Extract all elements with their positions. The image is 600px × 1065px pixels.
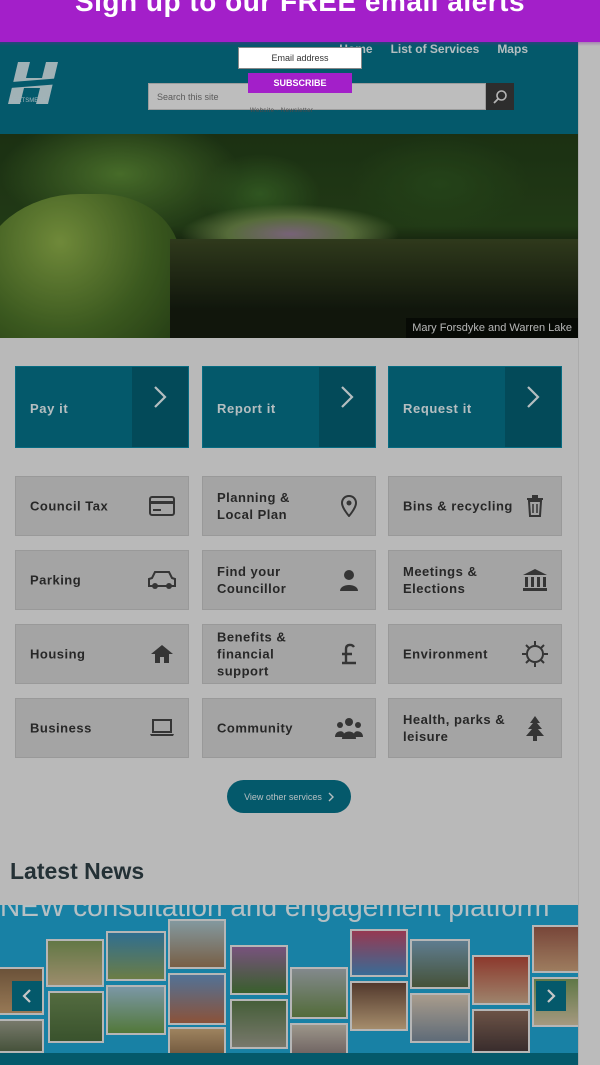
news-carousel: NEW consultation and engagement platform: [0, 905, 578, 1065]
service-housing[interactable]: Housing: [15, 624, 189, 684]
tree-icon: [521, 714, 549, 742]
service-find-councillor[interactable]: Find your Councillor: [202, 550, 376, 610]
service-label: Meetings & Elections: [403, 564, 478, 596]
car-icon: [148, 566, 176, 594]
subscribe-button[interactable]: SUBSCRIBE: [248, 73, 352, 93]
chevron-right-icon: [132, 367, 188, 447]
service-benefits[interactable]: Benefits & financial support: [202, 624, 376, 684]
logo-subtitle: HERTSMERE: [9, 98, 47, 104]
scrollbar[interactable]: [578, 42, 600, 1065]
trash-icon: [521, 492, 549, 520]
email-signup-note: Website · Newsletter: [250, 108, 314, 114]
latest-news-heading: Latest News: [10, 858, 145, 884]
sun-icon: [521, 640, 549, 668]
request-it-button[interactable]: Request it: [388, 366, 562, 448]
search-button[interactable]: [486, 83, 514, 110]
service-bins[interactable]: Bins & recycling: [388, 476, 562, 536]
news-thumbnail: [106, 931, 166, 981]
email-address-input[interactable]: Email address: [238, 47, 362, 69]
person-icon: [335, 566, 363, 594]
pay-it-button[interactable]: Pay it: [15, 366, 189, 448]
service-planning[interactable]: Planning & Local Plan: [202, 476, 376, 536]
chevron-right-icon: [505, 367, 561, 447]
news-thumbnail: [230, 999, 288, 1049]
email-alert-banner[interactable]: Sign up to our FREE email alerts: [0, 0, 600, 42]
service-label: Business: [30, 720, 92, 736]
view-other-label: View other services: [244, 791, 322, 802]
chevron-right-icon: [328, 792, 334, 801]
news-thumbnail: [106, 985, 166, 1035]
cta-label: Request it: [403, 401, 472, 416]
cta-label: Report it: [217, 401, 276, 416]
pound-icon: [335, 640, 363, 668]
map-pin-icon: [335, 492, 363, 520]
people-icon: [335, 714, 363, 742]
email-alert-heading: Sign up to our FREE email alerts: [74, 0, 526, 17]
service-environment[interactable]: Environment: [388, 624, 562, 684]
news-thumbnail: [410, 939, 470, 989]
search-icon: [493, 89, 507, 104]
chevron-left-icon: [22, 989, 31, 1003]
service-label: Environment: [403, 646, 488, 662]
news-thumbnail: [230, 945, 288, 995]
news-thumbnail: [0, 1019, 44, 1053]
service-label: Parking: [30, 572, 82, 588]
news-thumbnail: [410, 993, 470, 1043]
service-label: Benefits & financial support: [217, 629, 287, 679]
news-thumbnail: [472, 955, 530, 1005]
news-banner-headline[interactable]: NEW consultation and engagement platform: [0, 905, 578, 923]
service-parking[interactable]: Parking: [15, 550, 189, 610]
carousel-prev-button[interactable]: [12, 981, 42, 1011]
service-business[interactable]: Business: [15, 698, 189, 758]
news-thumbnail: [46, 939, 104, 987]
chevron-right-icon: [547, 989, 556, 1003]
report-it-button[interactable]: Report it: [202, 366, 376, 448]
hero-image: Mary Forsdyke and Warren Lake: [0, 134, 578, 338]
news-thumbnail: [472, 1009, 530, 1053]
service-label: Bins & recycling: [403, 498, 513, 514]
service-label: Community: [217, 720, 293, 736]
service-label: Find your Councillor: [217, 564, 287, 596]
service-meetings-elections[interactable]: Meetings & Elections: [388, 550, 562, 610]
service-council-tax[interactable]: Council Tax: [15, 476, 189, 536]
news-thumbnail: [350, 981, 408, 1031]
laptop-icon: [148, 714, 176, 742]
news-thumbnail: [48, 991, 104, 1043]
news-thumbnail: [532, 925, 578, 973]
news-thumbnail: [168, 973, 226, 1025]
credit-card-icon: [148, 492, 176, 520]
news-thumbnail: [350, 929, 408, 977]
news-thumbnail: [290, 967, 348, 1019]
service-label: Housing: [30, 646, 86, 662]
home-icon: [148, 640, 176, 668]
service-community[interactable]: Community: [202, 698, 376, 758]
hero-caption: Mary Forsdyke and Warren Lake: [406, 318, 578, 338]
service-label: Health, parks & leisure: [403, 712, 506, 744]
news-thumbnail: [168, 919, 226, 969]
cta-label: Pay it: [30, 401, 69, 416]
service-label: Planning & Local Plan: [217, 490, 290, 522]
news-banner-footer: [0, 1053, 578, 1065]
banner-shadow: [0, 42, 600, 46]
building-icon: [521, 566, 549, 594]
view-other-services-button[interactable]: View other services: [227, 780, 351, 813]
chevron-right-icon: [319, 367, 375, 447]
service-health-parks[interactable]: Health, parks & leisure: [388, 698, 562, 758]
hero-foliage: [0, 194, 180, 338]
carousel-next-button[interactable]: [536, 981, 566, 1011]
service-label: Council Tax: [30, 498, 109, 514]
